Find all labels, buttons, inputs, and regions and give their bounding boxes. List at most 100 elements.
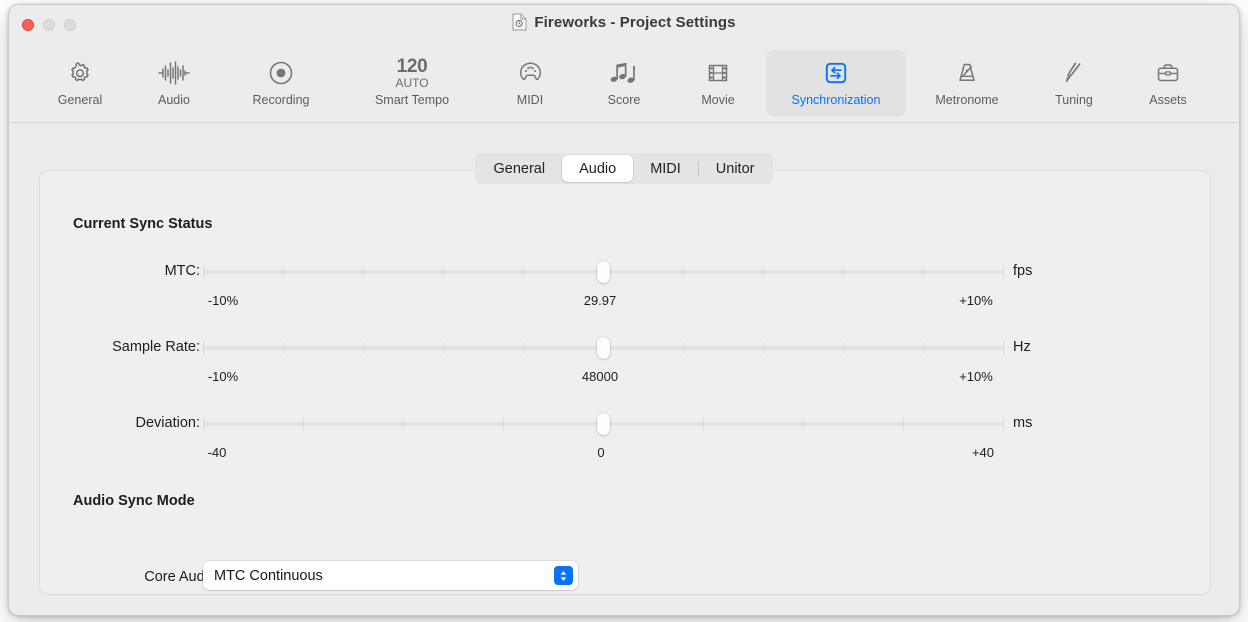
tuning-fork-icon [1061,57,1087,89]
tempo-120-auto-icon: 120 AUTO [395,55,429,90]
slider-value-label-mtc: 29.97 [583,293,617,308]
tab-unitor[interactable]: Unitor [699,155,772,182]
section-title-sync-status: Current Sync Status [73,216,213,232]
window-title-group: Fireworks - Project Settings [9,13,1239,31]
tempo-mode: AUTO [395,75,429,90]
slider-thumb[interactable] [596,337,610,359]
film-strip-icon [705,57,731,89]
section-title-audio-sync-mode: Audio Sync Mode [73,493,195,509]
slider-unit-deviation: ms [1013,415,1033,431]
slider-tick [1002,342,1004,354]
settings-panel: Current Sync Status MTC: fps -10% 29.97 … [39,170,1211,595]
slider-tick [202,266,204,278]
slider-max-label-sample-rate: +10% [959,369,993,384]
tab-midi[interactable]: MIDI [633,155,698,182]
toolbar-item-label: Synchronization [791,93,881,107]
slider-deviation[interactable] [202,413,1004,435]
slider-label-sample-rate: Sample Rate: [112,339,200,355]
slider-tick [902,418,904,430]
slider-label-deviation: Deviation: [135,415,200,431]
popup-selected-value: MTC Continuous [214,567,323,584]
slider-tick [402,418,404,430]
toolbar-item-label: Tuning [1055,93,1093,107]
slider-value-label-sample-rate: 48000 [581,369,619,384]
slider-min-label-deviation: -40 [207,445,227,460]
slider-max-label-deviation: +40 [971,445,995,460]
toolbar-item-midi[interactable]: MIDI [484,50,576,116]
toolbar-item-label: Recording [252,93,310,107]
briefcase-icon [1155,57,1181,89]
toolbar-item-label: MIDI [516,93,544,107]
slider-tick [802,418,804,430]
slider-tick [702,418,704,430]
tempo-number: 120 [396,55,428,77]
toolbar-item-label: Assets [1149,93,1187,107]
slider-unit-sample-rate: Hz [1013,339,1031,355]
slider-unit-mtc: fps [1013,263,1033,279]
slider-tick [202,418,204,430]
slider-tick [362,342,364,354]
slider-tick [202,342,204,354]
slider-min-label-sample-rate: -10% [207,369,239,384]
toolbar-item-label: Movie [701,93,735,107]
slider-thumb[interactable] [596,261,610,283]
slider-label-mtc: MTC: [164,263,200,279]
slider-tick [502,418,504,430]
toolbar-item-metronome[interactable]: Metronome [908,50,1026,116]
slider-tick [762,266,764,278]
slider-tick [1002,266,1004,278]
toolbar-item-recording[interactable]: Recording [222,50,340,116]
music-notes-icon [608,57,640,89]
slider-thumb[interactable] [596,413,610,435]
gear-icon [67,57,93,89]
slider-tick [682,266,684,278]
record-dot-icon [268,57,294,89]
slider-tick [282,342,284,354]
slider-tick [442,342,444,354]
slider-tick [522,342,524,354]
segmented-control: General Audio MIDI Unitor [474,153,774,184]
slider-min-label-mtc: -10% [207,293,239,308]
toolbar-item-movie[interactable]: Movie [672,50,764,116]
slider-tick [302,418,304,430]
slider-tick [922,342,924,354]
core-audio-popup-button[interactable]: MTC Continuous [203,561,578,590]
slider-tick [762,342,764,354]
settings-toolbar: General Audio Recording 120 AUTO Smart T… [9,46,1239,123]
title-bar: Fireworks - Project Settings [9,5,1239,46]
chevron-up-down-icon [554,566,573,585]
toolbar-item-synchronization[interactable]: Synchronization [766,50,906,116]
toolbar-item-label: Smart Tempo [374,93,450,107]
toolbar-item-assets[interactable]: Assets [1122,50,1214,116]
popup-label-core-audio: Core Audio: [144,569,220,585]
slider-tick [922,266,924,278]
toolbar-item-smart-tempo[interactable]: 120 AUTO Smart Tempo [342,50,482,116]
toolbar-item-label: Audio [158,93,190,107]
slider-tick [522,266,524,278]
slider-value-label-deviation: 0 [597,445,605,460]
slider-tick [362,266,364,278]
document-icon [512,13,527,31]
slider-tick [842,266,844,278]
toolbar-item-tuning[interactable]: Tuning [1028,50,1120,116]
toolbar-item-label: General [57,93,103,107]
slider-mtc[interactable] [202,261,1004,283]
toolbar-item-label: Metronome [935,93,999,107]
project-settings-window: Fireworks - Project Settings General Aud… [8,4,1240,616]
sync-arrows-icon [823,57,849,89]
tab-audio[interactable]: Audio [562,155,634,182]
slider-tick [442,266,444,278]
midi-port-icon [517,57,544,89]
tab-general[interactable]: General [477,155,563,182]
slider-tick [282,266,284,278]
window-title: Fireworks - Project Settings [534,13,736,31]
slider-tick [842,342,844,354]
waveform-icon [157,57,191,89]
toolbar-item-general[interactable]: General [34,50,126,116]
metronome-icon [954,57,980,89]
toolbar-item-audio[interactable]: Audio [128,50,220,116]
toolbar-item-score[interactable]: Score [578,50,670,116]
tab-bar: General Audio MIDI Unitor [9,153,1239,184]
slider-max-label-mtc: +10% [959,293,993,308]
slider-sample-rate[interactable] [202,337,1004,359]
